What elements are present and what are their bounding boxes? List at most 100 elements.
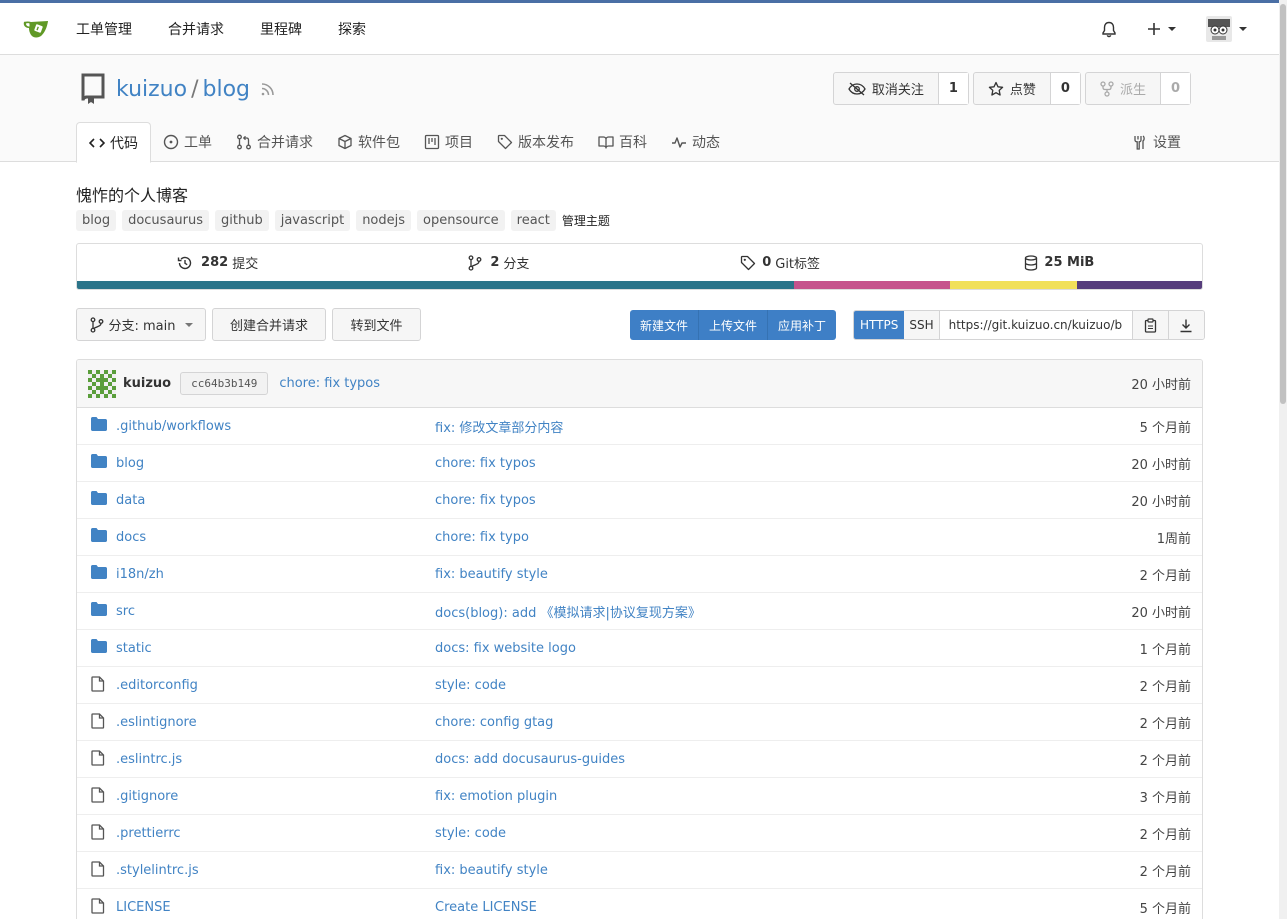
file-name-link[interactable]: docs (116, 530, 146, 545)
file-commit-message[interactable]: docs: add docusaurus-guides (435, 752, 625, 767)
ssh-toggle[interactable]: SSH (904, 311, 940, 339)
topic-tag[interactable]: docusaurus (122, 210, 210, 231)
language-bar[interactable] (77, 281, 1202, 289)
scrollbar-thumb[interactable] (1280, 4, 1286, 404)
file-row[interactable]: .github/workflows fix: 修改文章部分内容 5 个月前 (77, 408, 1202, 445)
https-toggle[interactable]: HTTPS (854, 311, 905, 339)
branches-stat[interactable]: 2 分支 (358, 244, 639, 281)
file-commit-message[interactable]: chore: fix typos (435, 493, 536, 508)
go-to-file-button[interactable]: 转到文件 (332, 308, 421, 341)
file-row[interactable]: .editorconfig style: code 2 个月前 (77, 667, 1202, 704)
upload-file-button[interactable]: 上传文件 (699, 310, 769, 340)
file-name-link[interactable]: .eslintignore (116, 715, 197, 730)
tab-projects[interactable]: 项目 (412, 122, 485, 162)
file-name-link[interactable]: .github/workflows (116, 419, 231, 434)
tab-releases[interactable]: 版本发布 (485, 122, 586, 162)
clone-url-input[interactable] (939, 311, 1132, 339)
file-row[interactable]: blog chore: fix typos 20 小时前 (77, 445, 1202, 482)
language-segment[interactable] (1077, 281, 1202, 289)
nav-explore[interactable]: 探索 (338, 19, 366, 39)
watchers-count[interactable]: 1 (937, 73, 968, 104)
copy-url-button[interactable] (1131, 311, 1168, 339)
topic-tag[interactable]: opensource (417, 210, 505, 231)
create-new-menu[interactable] (1147, 22, 1176, 36)
topic-tag[interactable]: nodejs (356, 210, 412, 231)
file-name-link[interactable]: data (116, 493, 145, 508)
tab-activity[interactable]: 动态 (659, 122, 732, 162)
user-menu[interactable] (1206, 16, 1247, 42)
notifications-button[interactable] (1101, 21, 1117, 38)
tab-code[interactable]: 代码 (76, 122, 151, 163)
commit-sha[interactable]: cc64b3b149 (180, 372, 269, 395)
stars-count[interactable]: 0 (1049, 73, 1080, 104)
file-name-link[interactable]: LICENSE (116, 900, 171, 915)
file-row[interactable]: .stylelintrc.js fix: beautify style 2 个月前 (77, 852, 1202, 889)
file-commit-message[interactable]: style: code (435, 826, 506, 841)
file-commit-message[interactable]: fix: beautify style (435, 567, 548, 582)
file-name-link[interactable]: blog (116, 456, 144, 471)
tab-wiki[interactable]: 百科 (586, 122, 659, 162)
star-button[interactable]: 点赞 (974, 73, 1050, 104)
file-name-link[interactable]: .gitignore (116, 789, 178, 804)
file-commit-message[interactable]: docs: fix website logo (435, 641, 576, 656)
file-row[interactable]: .eslintignore chore: config gtag 2 个月前 (77, 704, 1202, 741)
file-commit-message[interactable]: Create LICENSE (435, 900, 537, 915)
tab-pull-requests[interactable]: 合并请求 (224, 122, 325, 162)
repo-name-link[interactable]: blog (203, 77, 251, 102)
file-commit-message[interactable]: fix: beautify style (435, 863, 548, 878)
file-name-link[interactable]: src (116, 604, 135, 619)
tab-packages[interactable]: 软件包 (325, 122, 412, 162)
tab-settings[interactable]: 设置 (1131, 122, 1181, 162)
file-name-link[interactable]: i18n/zh (116, 567, 164, 582)
file-commit-message[interactable]: chore: fix typo (435, 530, 529, 545)
file-row[interactable]: .prettierrc style: code 2 个月前 (77, 815, 1202, 852)
new-file-button[interactable]: 新建文件 (630, 310, 700, 340)
file-commit-message[interactable]: fix: 修改文章部分内容 (435, 417, 563, 436)
commit-message[interactable]: chore: fix typos (279, 376, 380, 391)
nav-issues[interactable]: 工单管理 (76, 19, 132, 39)
commit-author[interactable]: kuizuo (123, 376, 171, 391)
nav-pull-requests[interactable]: 合并请求 (168, 19, 224, 39)
forks-count[interactable]: 0 (1159, 73, 1190, 104)
gitea-logo-icon[interactable] (20, 14, 54, 44)
file-commit-message[interactable]: chore: fix typos (435, 456, 536, 471)
file-row[interactable]: src docs(blog): add 《模拟请求|协议复现方案》 20 小时前 (77, 593, 1202, 630)
file-row[interactable]: .eslintrc.js docs: add docusaurus-guides 2… (77, 741, 1202, 778)
file-commit-message[interactable]: style: code (435, 678, 506, 693)
file-name-link[interactable]: .editorconfig (116, 678, 198, 693)
new-pull-request-button[interactable]: 创建合并请求 (212, 308, 326, 341)
page-scrollbar[interactable] (1279, 0, 1287, 919)
file-row[interactable]: docs chore: fix typo 1周前 (77, 519, 1202, 556)
file-name-link[interactable]: .prettierrc (116, 826, 181, 841)
language-segment[interactable] (77, 281, 794, 289)
file-name-link[interactable]: .stylelintrc.js (116, 863, 199, 878)
file-row[interactable]: LICENSE Create LICENSE 5 个月前 (77, 889, 1202, 919)
file-row[interactable]: data chore: fix typos 20 小时前 (77, 482, 1202, 519)
file-name-link[interactable]: .eslintrc.js (116, 752, 182, 767)
file-name-link[interactable]: static (116, 641, 152, 656)
file-commit-message[interactable]: docs(blog): add 《模拟请求|协议复现方案》 (435, 602, 701, 621)
file-row[interactable]: static docs: fix website logo 1 个月前 (77, 630, 1202, 667)
file-row[interactable]: i18n/zh fix: beautify style 2 个月前 (77, 556, 1202, 593)
tags-stat[interactable]: 0 Git标签 (640, 244, 921, 281)
language-segment[interactable] (793, 281, 950, 289)
download-button[interactable] (1167, 311, 1204, 339)
file-row[interactable]: .gitignore fix: emotion plugin 3 个月前 (77, 778, 1202, 815)
unwatch-button[interactable]: 取消关注 (834, 73, 938, 104)
file-commit-message[interactable]: chore: config gtag (435, 715, 553, 730)
language-segment[interactable] (950, 281, 1078, 289)
file-commit-message[interactable]: fix: emotion plugin (435, 789, 557, 804)
repo-owner-link[interactable]: kuizuo (116, 77, 187, 102)
fork-button[interactable]: 派生 (1086, 73, 1160, 104)
tab-issues[interactable]: 工单 (151, 122, 224, 162)
topic-tag[interactable]: blog (76, 210, 117, 231)
commit-author-avatar[interactable] (88, 369, 116, 398)
nav-milestones[interactable]: 里程碑 (260, 19, 302, 39)
topic-tag[interactable]: react (510, 210, 556, 231)
commits-stat[interactable]: 282 提交 (77, 244, 358, 281)
topic-tag[interactable]: github (215, 210, 269, 231)
rss-icon[interactable] (260, 81, 276, 97)
manage-topics-link[interactable]: 管理主题 (562, 212, 610, 229)
apply-patch-button[interactable]: 应用补丁 (768, 310, 837, 340)
branch-selector[interactable]: 分支: main (76, 308, 206, 341)
